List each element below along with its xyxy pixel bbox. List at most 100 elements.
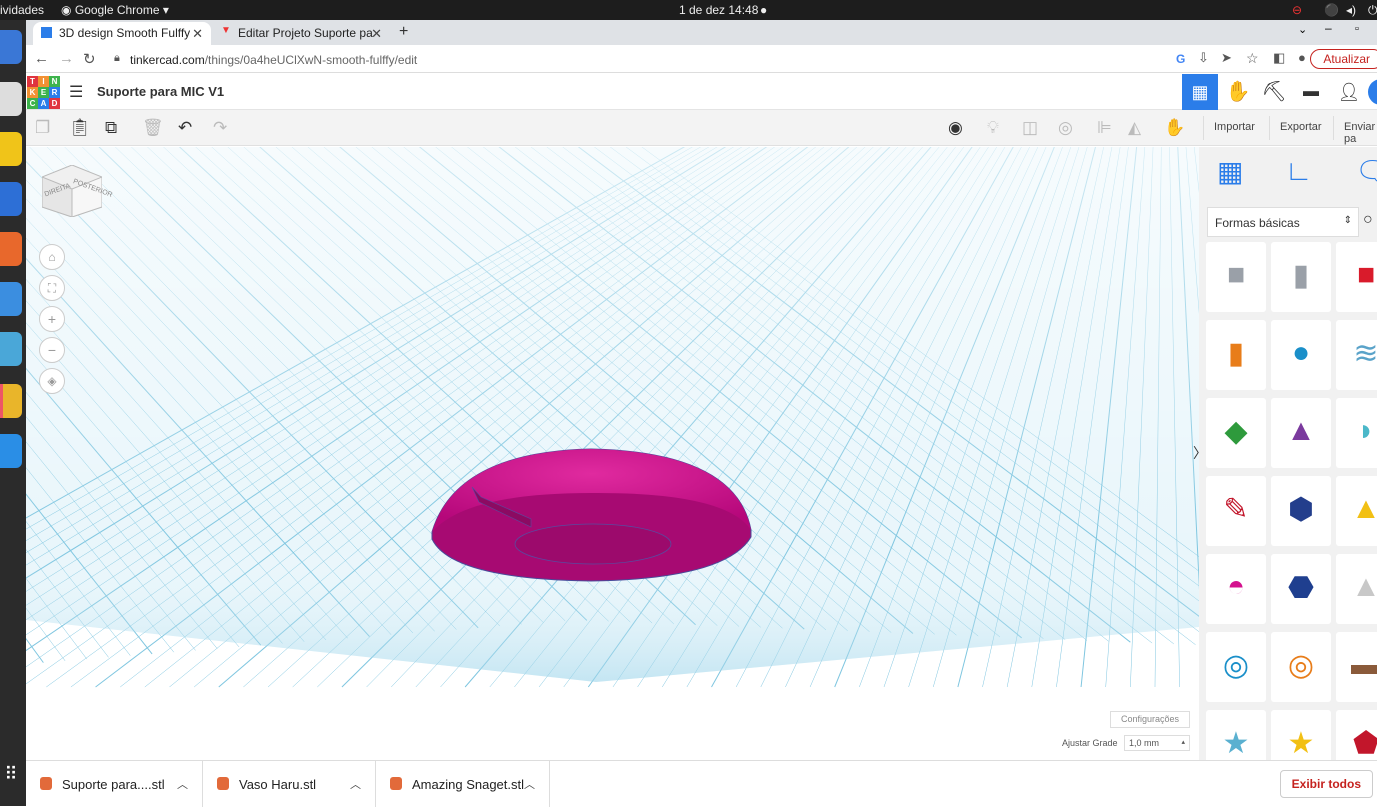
shape-tile[interactable]: ■ [1336,242,1377,312]
dock-apps-grid-icon[interactable]: ⠿ [0,764,22,798]
shape-tile[interactable]: ◆ [1206,398,1266,468]
notes-icon[interactable]: ◉ [948,118,963,138]
list-menu-icon[interactable]: ☰ [69,82,83,102]
shape-tile[interactable]: ● [1271,320,1331,390]
zoom-in-icon[interactable]: + [39,306,65,332]
dock-software-icon[interactable] [0,232,22,266]
url-field[interactable]: tinkercad.com/things/0a4heUClXwN-smooth-… [130,53,417,67]
shape-tile[interactable]: ◓ [1206,554,1266,624]
light-bulb-icon[interactable]: 💡︎ [987,118,999,138]
snap-grid-select[interactable]: 1,0 mm ▴ [1124,735,1190,751]
trash-icon[interactable]: 🗑︎ [142,118,164,138]
undo-icon[interactable]: ↶ [178,118,192,138]
shape-tile[interactable]: ▲ [1336,476,1377,546]
volume-icon[interactable]: ◂) [1346,3,1356,17]
shape-tile[interactable]: ⬢ [1271,476,1331,546]
network-icon[interactable]: ⚫ [1324,3,1339,17]
back-icon[interactable]: ← [34,50,49,67]
paste-icon[interactable]: 📋︎ [69,118,91,138]
view-cube[interactable]: DIREITA POSTERIOR [41,164,113,218]
show-all-button[interactable]: Exibir todos [1279,770,1373,798]
3d-view-grid-icon[interactable]: ▦ [1182,74,1218,110]
duplicate-icon[interactable]: ⧉ [105,118,117,138]
blocks-icon[interactable]: ✋ [1220,74,1256,110]
dock-writer-icon[interactable] [0,182,22,216]
dock-music-icon[interactable] [0,132,22,166]
profile-icon[interactable]: ● [1298,50,1306,65]
install-icon[interactable]: ⇩ [1198,50,1209,66]
perspective-icon[interactable]: ◈ [39,368,65,394]
shape-tile[interactable]: ≋ [1336,320,1377,390]
fit-view-icon[interactable]: ⛶ [39,275,65,301]
tab-search-icon[interactable]: ⌄ [1298,23,1307,36]
chevron-up-icon[interactable]: ︿ [177,776,188,792]
add-user-icon[interactable]: 👤︎ [1331,74,1367,110]
workplane-viewport[interactable]: DIREITA POSTERIOR ⌂ ⛶ + − ◈ 〉 Configuraç… [26,147,1199,760]
ruler-icon[interactable]: ∟ [1285,155,1312,187]
minimize-icon[interactable]: – [1325,21,1332,35]
shape-tile[interactable]: ⬣ [1271,554,1331,624]
bookmark-star-icon[interactable]: ☆ [1246,50,1259,67]
forward-icon[interactable]: → [59,50,74,67]
power-icon[interactable]: ⏻ [1368,3,1377,18]
dock-browser-icon[interactable] [0,30,22,64]
export-button[interactable]: Exportar [1269,116,1332,140]
workplane-grid[interactable] [26,147,1199,760]
shape-tile[interactable]: ▬ [1336,632,1377,702]
dock-app-icon[interactable] [0,332,22,366]
ungroup-icon[interactable]: ◎ [1058,118,1073,138]
shape-tile[interactable]: ◎ [1206,632,1266,702]
shape-category-select[interactable]: Formas básicas ⇕ [1207,207,1359,237]
shape-tile[interactable]: ▲ [1271,398,1331,468]
close-icon[interactable]: ✕ [192,26,203,42]
home-view-icon[interactable]: ⌂ [39,244,65,270]
pickaxe-icon[interactable]: ⛏ [1256,74,1292,110]
shape-tile[interactable]: ■ [1206,242,1266,312]
align-icon[interactable]: ⊫ [1097,118,1112,138]
tinkercad-logo[interactable]: T I N K E R C A D [27,76,60,109]
chevron-up-icon[interactable]: ︿ [350,776,361,792]
group-icon[interactable]: ◫ [1022,118,1038,138]
download-item[interactable]: Vaso Haru.stl ︿ [203,761,376,807]
shape-tile[interactable]: ◗ [1336,398,1377,468]
new-tab-icon[interactable]: + [399,23,408,41]
close-icon[interactable]: ✕ [371,26,382,42]
workplane-icon[interactable]: ▦ [1217,155,1243,188]
send-icon[interactable]: ➤ [1221,50,1232,66]
shape-tile[interactable]: ▮ [1271,242,1331,312]
import-button[interactable]: Importar [1203,116,1265,140]
send-to-button[interactable]: Enviar pa [1333,116,1377,145]
download-item[interactable]: Amazing Snaget.stl ︿ [376,761,550,807]
shape-tile[interactable]: ▮ [1206,320,1266,390]
activities-label[interactable]: ividades [0,3,44,17]
tab-editar-projeto[interactable]: ▼ Editar Projeto Suporte pa ✕ [212,22,390,45]
reload-icon[interactable]: ↻ [83,50,96,68]
dock-files-icon[interactable] [0,82,22,116]
project-title[interactable]: Suporte para MIC V1 [97,84,224,99]
notes-panel-icon[interactable]: 🗨︎ [1355,155,1377,188]
chevron-up-icon[interactable]: ︿ [524,776,535,792]
bricks-icon[interactable]: ▬ [1293,74,1329,110]
zoom-out-icon[interactable]: − [39,337,65,363]
tab-3d-design[interactable]: 3D design Smooth Fulffy ✕ [33,22,211,45]
settings-button[interactable]: Configurações [1110,711,1191,728]
app-menu[interactable]: ◉ Google Chrome ▾ [61,3,169,17]
search-icon[interactable]: ○ [1363,211,1373,229]
cruise-icon[interactable]: ✋ [1164,118,1185,138]
download-item[interactable]: Suporte para....stl ︿ [26,761,203,807]
mirror-icon[interactable]: ◭ [1128,118,1141,138]
copy-icon[interactable]: ❐ [35,118,50,138]
side-panel-icon[interactable]: ◧ [1273,50,1285,66]
dock-chrome-icon[interactable] [0,384,22,418]
google-icon[interactable]: G [1176,52,1185,66]
lock-icon[interactable]: 🔒︎ [114,52,120,65]
clock[interactable]: 1 de dez 14:48 [679,3,758,17]
shape-tile[interactable]: ▲ [1336,554,1377,624]
shape-tile[interactable]: ◎ [1271,632,1331,702]
restore-icon[interactable]: ▫ [1355,23,1359,35]
record-icon[interactable]: ⊖ [1292,3,1302,17]
shape-tile[interactable]: ✎ [1206,476,1266,546]
avatar[interactable] [1368,79,1377,105]
dock-help-icon[interactable] [0,282,22,316]
update-button[interactable]: Atualizar [1310,49,1377,69]
